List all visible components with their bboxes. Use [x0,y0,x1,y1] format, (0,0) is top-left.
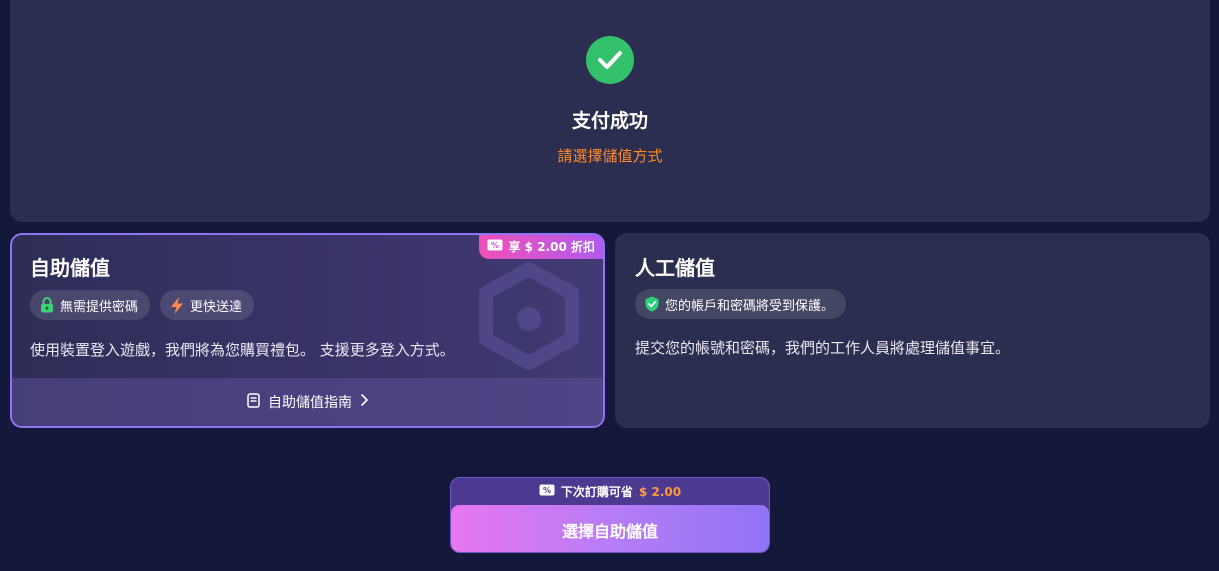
manual-topup-title: 人工儲值 [635,256,715,280]
manual-topup-description: 提交您的帳號和密碼，我們的工作人員將處理儲值事宜。 [635,339,1011,357]
tag-label: 更快送達 [190,299,243,315]
tag-account-protected: 您的帳戶和密碼將受到保護。 [635,289,847,319]
savings-note-label: 下次訂購可省 [560,485,633,499]
tag-label: 無需提供密碼 [60,299,139,315]
manual-topup-card[interactable]: 人工儲值 您的帳戶和密碼將受到保護。 提交您的帳號和密碼，我們的工作人員將處理儲… [615,233,1210,428]
chevron-right-icon [360,394,368,410]
self-topup-card[interactable]: % 享 $ 2.00 折扣 自助儲值 無需提供密碼 更快送達 使用裝置登入遊戲，… [10,233,605,428]
discount-badge-label: 享 $ 2.00 折扣 [508,239,596,254]
coupon-icon: % [539,484,555,499]
document-icon [247,392,260,412]
tag-no-password: 無需提供密碼 [30,290,151,320]
tag-faster-delivery: 更快送達 [160,290,255,320]
guide-label: 自助儲值指南 [268,395,352,411]
choose-self-topup-button[interactable]: 選擇自助儲值 [451,505,769,552]
self-topup-guide-link[interactable]: 自助儲值指南 [12,378,603,426]
savings-amount: $ 2.00 [638,484,682,499]
success-title: 支付成功 [571,110,648,132]
self-topup-description: 使用裝置登入遊戲，我們將為您購買禮包。 支援更多登入方式。 [30,341,455,359]
self-topup-tags: 無需提供密碼 更快送達 [30,290,255,320]
tag-label: 您的帳戶和密碼將受到保護。 [665,298,835,314]
manual-topup-tags: 您的帳戶和密碼將受到保護。 [635,289,847,319]
check-circle-icon [586,36,634,84]
coupon-icon: % [487,239,503,254]
payment-success-page: 支付成功 請選擇儲值方式 % 享 $ 2.00 折扣 自助儲值 無需提供密碼 更… [0,0,1219,571]
self-topup-title: 自助儲值 [30,256,110,280]
watermark-shield-icon [479,262,579,370]
svg-text:%: % [543,486,551,495]
lock-icon [40,297,54,313]
shield-check-icon [645,296,659,312]
lightning-icon [170,296,184,314]
success-panel: 支付成功 請選擇儲值方式 [10,0,1210,222]
success-subtitle: 請選擇儲值方式 [557,147,663,165]
next-order-savings-note: % 下次訂購可省 $ 2.00 [451,478,769,505]
svg-text:%: % [490,241,498,250]
discount-badge: % 享 $ 2.00 折扣 [478,235,603,259]
cta-container: % 下次訂購可省 $ 2.00 選擇自助儲值 [450,477,770,553]
